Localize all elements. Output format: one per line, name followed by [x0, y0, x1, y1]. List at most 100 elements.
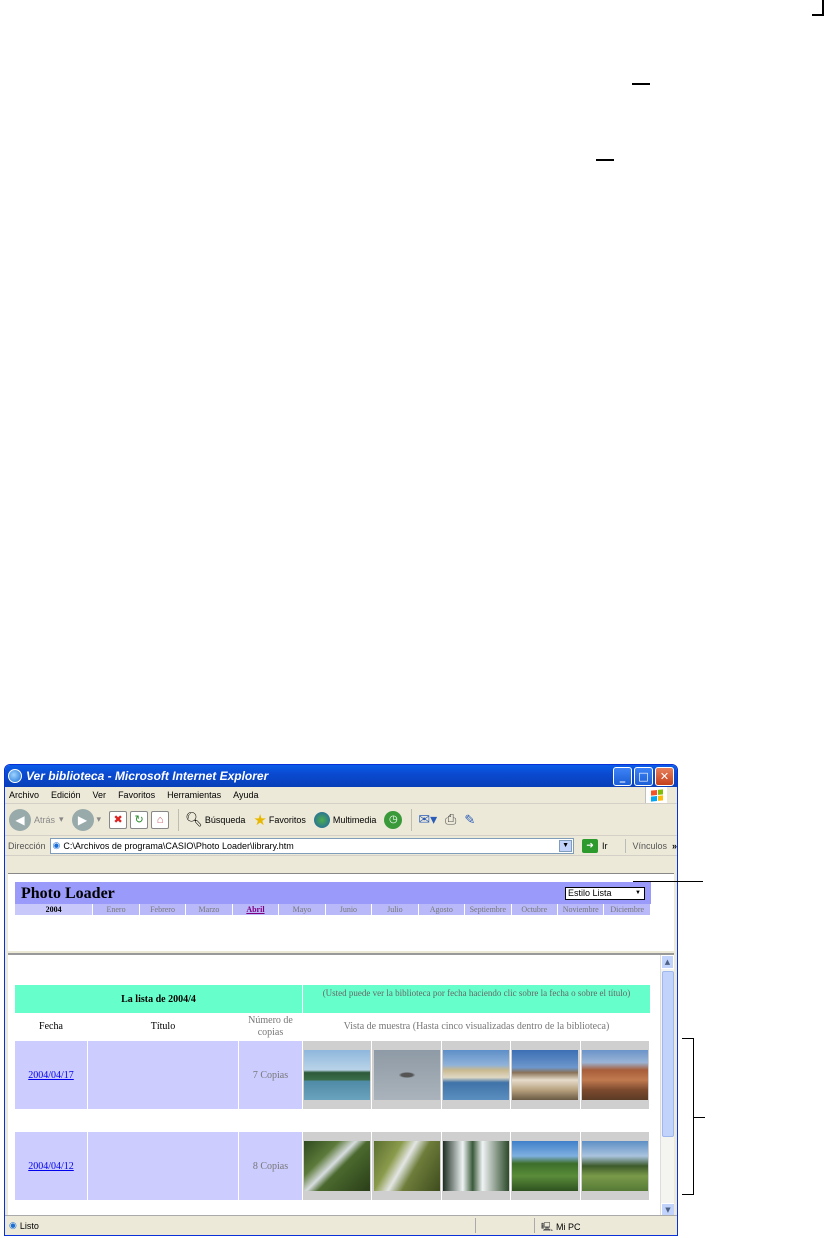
date-cell: 2004/04/12 — [15, 1132, 87, 1200]
margin-mark — [812, 0, 824, 16]
menu-edicion[interactable]: Edición — [51, 790, 81, 800]
month-septiembre[interactable]: Septiembre — [465, 904, 512, 915]
forward-arrow-icon: ▶ — [71, 808, 94, 831]
month-agosto[interactable]: Agosto — [419, 904, 466, 915]
month-octubre[interactable]: Octubre — [512, 904, 558, 915]
list-heading: La lista de 2004/4 — [15, 985, 302, 1013]
menu-archivo[interactable]: Archivo — [9, 790, 39, 800]
ie-icon — [8, 769, 22, 783]
search-label: Búsqueda — [204, 814, 246, 825]
month-diciembre[interactable]: Diciembre — [604, 904, 651, 915]
thumbnail[interactable] — [580, 1132, 651, 1200]
home-icon[interactable]: ⌂ — [151, 810, 170, 829]
title-cell[interactable] — [88, 1041, 238, 1109]
title-bar: Ver biblioteca - Microsoft Internet Expl… — [5, 765, 677, 787]
month-julio[interactable]: Julio — [372, 904, 419, 915]
thumbnail[interactable] — [441, 1041, 512, 1109]
month-mayo[interactable]: Mayo — [279, 904, 326, 915]
scroll-thumb[interactable] — [662, 971, 674, 1137]
page-icon: ◉ — [52, 840, 61, 850]
close-button[interactable]: ✕ — [655, 766, 674, 786]
coast-photo — [304, 1050, 371, 1100]
toolbar: ◀ Atrás ▾ ▶ ▾ ✖ ↻ ⌂ 🔍︎ Búsqueda ★ Favori… — [5, 804, 677, 836]
date-link[interactable]: 2004/04/12 — [28, 1161, 74, 1172]
thumbnail[interactable] — [580, 1041, 651, 1109]
date-link[interactable]: 2004/04/17 — [28, 1070, 74, 1081]
back-label: Atrás — [34, 814, 56, 825]
media-label: Multimedia — [332, 814, 377, 825]
refresh-icon[interactable]: ↻ — [130, 810, 149, 829]
lake-photo — [581, 1141, 648, 1191]
village-photo — [512, 1050, 579, 1100]
address-label: Dirección — [8, 840, 46, 851]
style-select-value: Estilo Lista — [568, 888, 612, 898]
window-title: Ver biblioteca - Microsoft Internet Expl… — [26, 769, 269, 783]
maximize-button[interactable]: □ — [634, 766, 653, 786]
status-text: Listo — [19, 1220, 39, 1231]
menu-favoritos[interactable]: Favoritos — [118, 790, 155, 800]
month-febrero[interactable]: Febrero — [140, 904, 187, 915]
stop-icon[interactable]: ✖ — [109, 810, 128, 829]
windows-logo-icon — [645, 787, 667, 803]
favorites-button[interactable]: ★ Favoritos — [253, 811, 305, 829]
month-junio[interactable]: Junio — [326, 904, 373, 915]
thumbnail[interactable] — [511, 1041, 581, 1109]
thumbnail[interactable] — [372, 1041, 442, 1109]
chevron-down-icon: ▼ — [635, 890, 641, 896]
month-enero[interactable]: Enero — [93, 904, 140, 915]
scroll-down-icon[interactable]: ▼ — [661, 1203, 674, 1215]
address-value: C:\Archivos de programa\CASIO\Photo Load… — [63, 840, 294, 851]
month-marzo[interactable]: Marzo — [186, 904, 233, 915]
header-frame: Photo Loader Estilo Lista ▼ 2004 Enero F… — [8, 873, 674, 951]
page-title: Photo Loader — [21, 885, 115, 902]
col-copies-header: Número de copias — [248, 1015, 293, 1038]
mail-icon[interactable]: ✉▾ — [418, 811, 437, 828]
year-label: 2004 — [15, 904, 94, 915]
zone-label: Mi PC — [556, 1222, 581, 1232]
month-abril[interactable]: Abril — [233, 904, 280, 915]
table-row: 2004/04/17 7 Copias — [15, 1041, 651, 1109]
go-label[interactable]: Ir — [602, 841, 608, 851]
canyon-photo — [581, 1050, 648, 1100]
go-arrow-icon[interactable]: ➜ — [582, 838, 598, 853]
toolbar-separator — [411, 808, 413, 831]
thumbnail[interactable] — [441, 1132, 512, 1200]
thumbnail[interactable] — [303, 1132, 373, 1200]
address-input[interactable]: ◉ C:\Archivos de programa\CASIO\Photo Lo… — [49, 837, 575, 854]
edit-icon[interactable]: ✎ — [464, 812, 475, 828]
toolbar-separator — [178, 808, 180, 831]
callout-line — [693, 1117, 705, 1118]
harbor-photo — [443, 1050, 510, 1100]
thumbnail[interactable] — [511, 1132, 581, 1200]
menu-ayuda[interactable]: Ayuda — [233, 790, 258, 800]
preview-thumbnails — [303, 1132, 651, 1200]
history-icon[interactable]: ◷ — [384, 810, 403, 829]
photo-loader-header: Photo Loader Estilo Lista ▼ — [15, 882, 651, 904]
title-cell[interactable] — [88, 1132, 238, 1200]
thumbnail[interactable] — [303, 1041, 373, 1109]
minimize-button[interactable]: _ — [613, 766, 632, 786]
media-globe-icon — [313, 811, 330, 828]
search-button[interactable]: 🔍︎ Búsqueda — [185, 811, 245, 828]
star-icon: ★ — [253, 811, 267, 829]
vertical-scrollbar[interactable]: ▲ ▼ — [660, 955, 674, 1215]
status-bar: ◉ Listo 🖳︎ Mi PC — [5, 1215, 677, 1235]
scroll-up-icon[interactable]: ▲ — [661, 955, 674, 969]
media-button[interactable]: Multimedia — [313, 811, 377, 828]
month-noviembre[interactable]: Noviembre — [558, 904, 605, 915]
preview-thumbnails — [303, 1041, 651, 1109]
print-icon[interactable]: ⎙ — [445, 811, 456, 828]
menu-herramientas[interactable]: Herramientas — [167, 790, 221, 800]
style-select[interactable]: Estilo Lista ▼ — [565, 887, 645, 900]
margin-mark — [596, 159, 614, 161]
computer-icon: 🖳︎ — [541, 1222, 554, 1232]
copies-cell: 7 Copias — [239, 1041, 302, 1109]
favorites-label: Favoritos — [268, 814, 306, 825]
links-label[interactable]: Vínculos — [632, 841, 667, 851]
thumbnail[interactable] — [372, 1132, 442, 1200]
table-row: 2004/04/12 8 Copias — [15, 1132, 651, 1200]
chevron-down-icon[interactable]: ▼ — [559, 839, 573, 852]
forward-button[interactable]: ▶ ▾ — [71, 808, 101, 831]
menu-ver[interactable]: Ver — [93, 790, 107, 800]
back-button[interactable]: ◀ Atrás ▾ — [9, 808, 64, 831]
